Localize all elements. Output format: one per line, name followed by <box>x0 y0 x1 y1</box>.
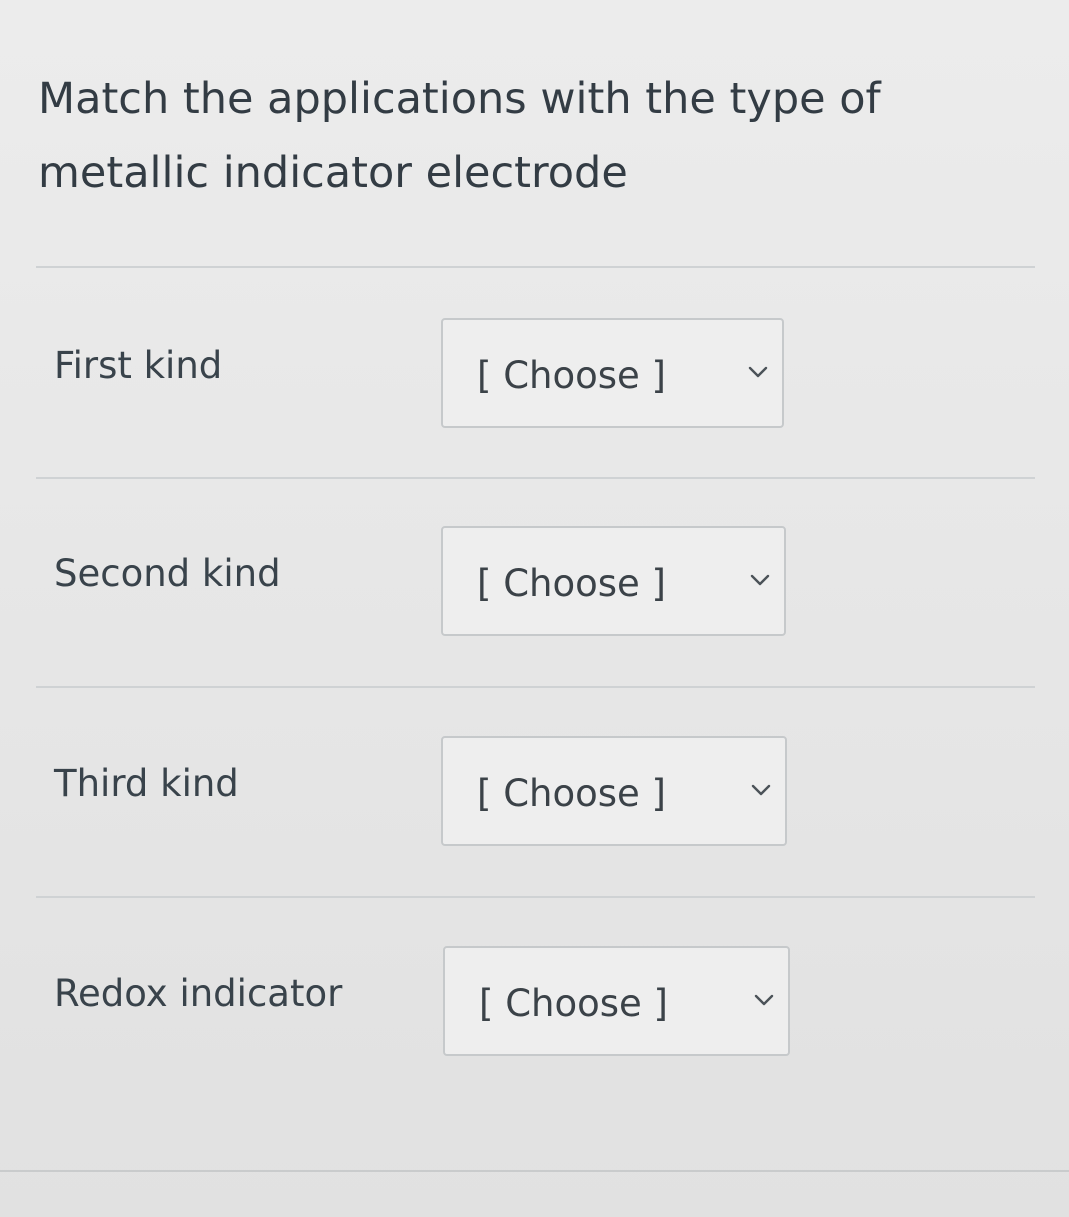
question-prompt: Match the applications with the type of … <box>38 74 881 198</box>
divider <box>36 266 1035 268</box>
match-row-first-kind: First kind [ Choose ] <box>0 318 1069 448</box>
answer-select[interactable]: [ Choose ] <box>441 736 787 846</box>
match-row-third-kind: Third kind [ Choose ] <box>0 736 1069 866</box>
row-label: First kind <box>54 344 223 387</box>
select-value: [ Choose ] <box>477 354 666 397</box>
chevron-down-icon <box>750 574 770 586</box>
match-row-redox-indicator: Redox indicator [ Choose ] <box>0 946 1069 1076</box>
row-label: Second kind <box>54 552 281 595</box>
divider <box>36 896 1035 898</box>
question-bottom-border <box>0 1170 1069 1172</box>
divider <box>36 477 1035 479</box>
chevron-down-icon <box>754 994 774 1006</box>
row-label: Redox indicator <box>54 972 343 1015</box>
answer-select[interactable]: [ Choose ] <box>441 526 786 636</box>
matching-question: Match the applications with the type of … <box>0 0 1069 1217</box>
answer-select[interactable]: [ Choose ] <box>441 318 784 428</box>
select-value: [ Choose ] <box>479 982 668 1025</box>
select-value: [ Choose ] <box>477 562 666 605</box>
match-row-second-kind: Second kind [ Choose ] <box>0 526 1069 656</box>
select-value: [ Choose ] <box>477 772 666 815</box>
chevron-down-icon <box>751 784 771 796</box>
divider <box>36 686 1035 688</box>
chevron-down-icon <box>748 366 768 378</box>
answer-select[interactable]: [ Choose ] <box>443 946 790 1056</box>
row-label: Third kind <box>54 762 239 805</box>
